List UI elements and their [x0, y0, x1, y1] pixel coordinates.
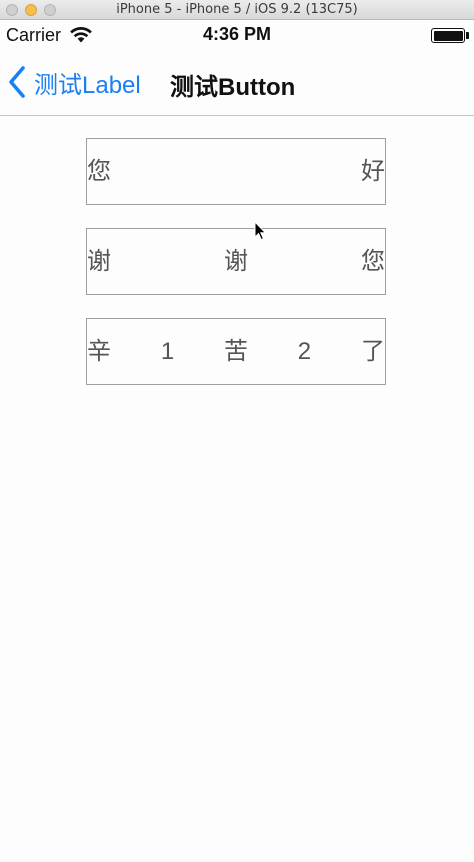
battery-full-icon — [431, 28, 465, 43]
button-char: 谢 — [87, 247, 111, 275]
justified-button-3[interactable]: 辛 1 苦 2 了 — [86, 318, 386, 385]
button-char: 苦 — [223, 337, 248, 365]
navigation-bar: 测试Label 测试Button — [0, 50, 474, 116]
justified-button-2[interactable]: 谢 谢 您 — [86, 228, 386, 295]
window-title: iPhone 5 - iPhone 5 / iOS 9.2 (13C75) — [116, 2, 358, 17]
button-char: 谢 — [224, 247, 248, 275]
status-bar: Carrier 4:36 PM — [0, 20, 474, 50]
button-char: 您 — [87, 157, 111, 185]
mouse-pointer-icon — [254, 221, 266, 241]
button-char: 1 — [160, 337, 175, 365]
battery-tip — [466, 32, 469, 39]
back-button[interactable]: 测试Label — [6, 64, 141, 100]
chevron-left-icon — [9, 66, 25, 98]
button-char: 2 — [297, 337, 312, 365]
button-char: 您 — [361, 247, 385, 275]
clock-time: 4:36 PM — [202, 24, 272, 44]
justified-button-1[interactable]: 您 好 — [86, 138, 386, 205]
back-button-label: 测试Label — [34, 71, 141, 99]
page-title: 测试Button — [170, 74, 296, 101]
button-char: 了 — [360, 337, 385, 365]
button-char: 辛 — [87, 337, 111, 365]
simulator-title-bar: iPhone 5 - iPhone 5 / iOS 9.2 (13C75) — [0, 0, 474, 20]
button-char: 好 — [361, 157, 385, 185]
